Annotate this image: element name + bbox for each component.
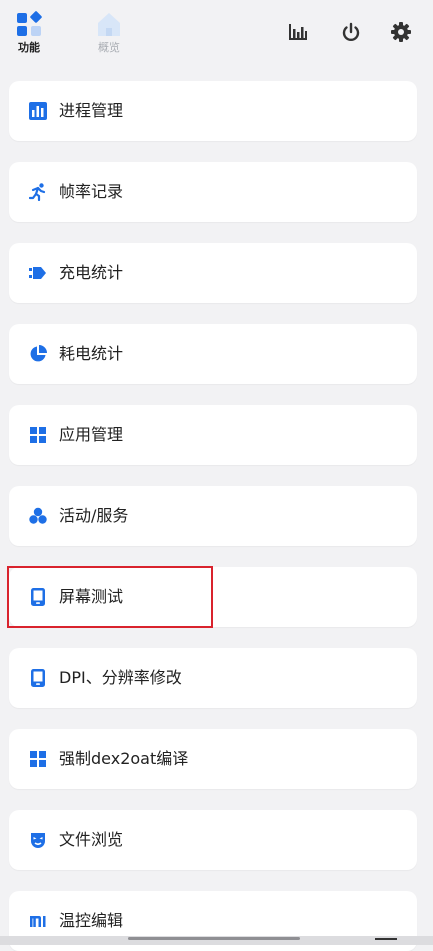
menu-item-screen-test[interactable]: 屏幕测试 — [9, 567, 417, 627]
charging-plug-icon — [29, 264, 47, 282]
bubbles-icon — [29, 507, 47, 525]
menu-item-activity-service[interactable]: 活动/服务 — [9, 486, 417, 546]
mi-logo-icon — [29, 912, 47, 930]
menu-item-process-manager[interactable]: 进程管理 — [9, 81, 417, 141]
menu-item-frame-rate[interactable]: 帧率记录 — [9, 162, 417, 222]
menu-item-label: 活动/服务 — [59, 506, 129, 525]
menu-item-charge-stats[interactable]: 充电统计 — [9, 243, 417, 303]
tab-function-label: 功能 — [18, 41, 40, 54]
menu-item-label: 耗电统计 — [59, 344, 124, 363]
bar-chart-icon[interactable] — [286, 20, 310, 44]
apps-grid-icon — [29, 426, 47, 444]
mask-icon — [29, 831, 47, 849]
menu-item-label: 屏幕测试 — [59, 587, 124, 606]
tab-overview-label: 概览 — [98, 41, 120, 54]
tablet-icon — [29, 669, 47, 687]
tablet-icon — [29, 588, 47, 606]
running-person-icon — [28, 183, 47, 202]
home-indicator[interactable] — [128, 937, 300, 940]
menu-item-dex2oat[interactable]: 强制dex2oat编译 — [9, 729, 417, 789]
menu-item-label: 进程管理 — [59, 101, 124, 120]
menu-item-app-manager[interactable]: 应用管理 — [9, 405, 417, 465]
pie-chart-icon — [29, 345, 47, 363]
menu-item-label: 应用管理 — [59, 425, 124, 444]
nav-mark — [375, 938, 397, 940]
function-grid-icon — [15, 10, 43, 38]
menu-item-file-browser[interactable]: 文件浏览 — [9, 810, 417, 870]
menu-item-label: 帧率记录 — [59, 182, 124, 201]
home-icon — [95, 10, 123, 38]
menu-item-label: 强制dex2oat编译 — [59, 749, 189, 768]
menu-item-dpi-resolution[interactable]: DPI、分辨率修改 — [9, 648, 417, 708]
menu-item-label: 文件浏览 — [59, 830, 124, 849]
power-icon[interactable] — [339, 20, 363, 44]
bar-chart-icon — [29, 102, 47, 120]
settings-gear-icon[interactable] — [389, 20, 413, 44]
menu-item-label: 充电统计 — [59, 263, 124, 282]
menu-item-power-stats[interactable]: 耗电统计 — [9, 324, 417, 384]
top-bar: 功能 概览 — [0, 0, 433, 68]
tab-function[interactable]: 功能 — [9, 10, 49, 54]
menu-item-label: DPI、分辨率修改 — [59, 668, 182, 687]
apps-grid-icon — [29, 750, 47, 768]
tab-overview[interactable]: 概览 — [89, 10, 129, 54]
